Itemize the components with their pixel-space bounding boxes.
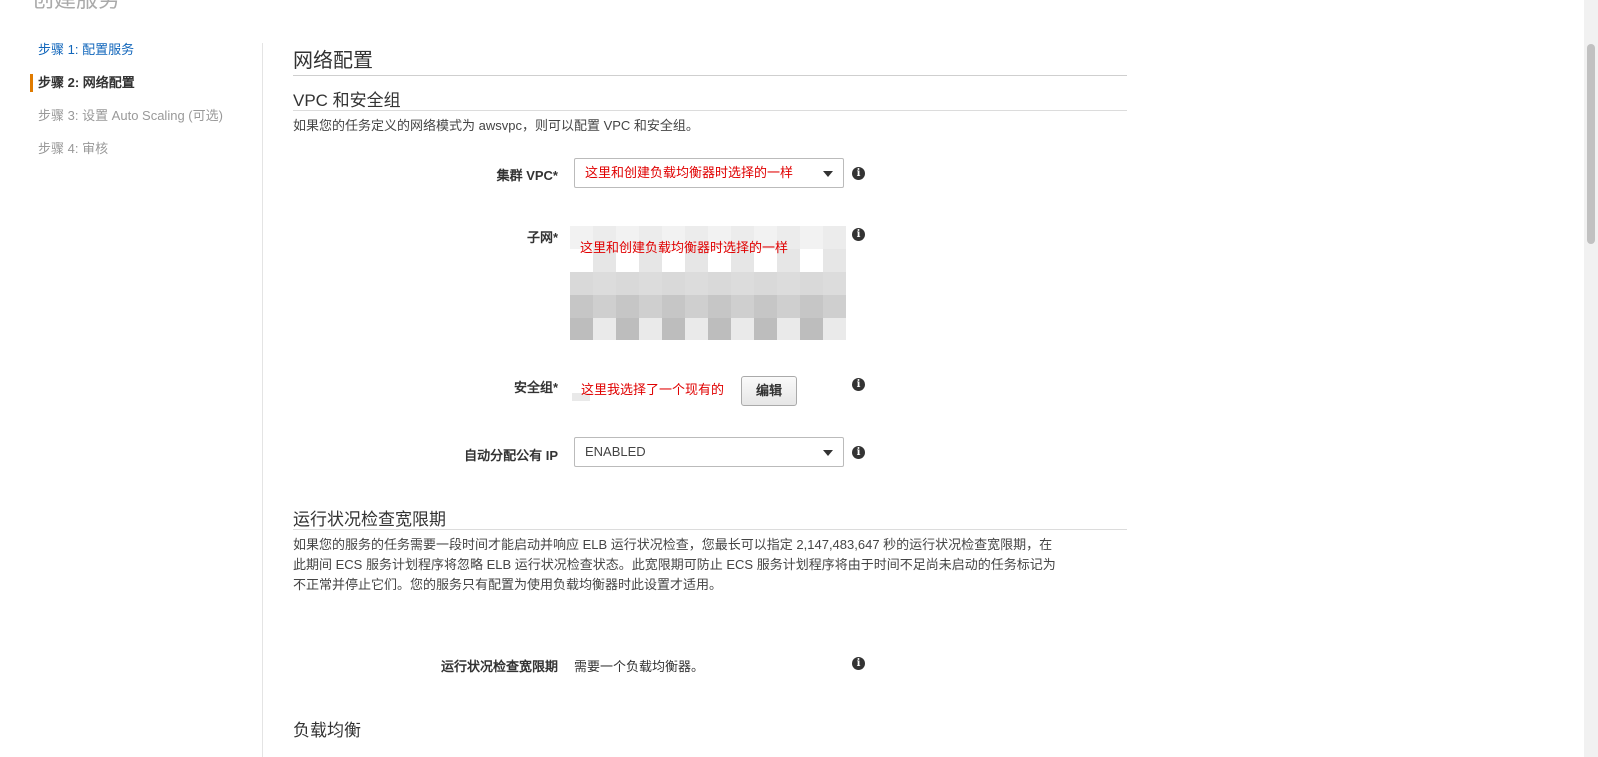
redaction-mosaic-cell	[754, 295, 777, 318]
scrollbar-thumb[interactable]	[1587, 44, 1595, 244]
redaction-mosaic-cell	[731, 318, 754, 340]
cluster-vpc-value: 这里和创建负载均衡器时选择的一样	[585, 165, 794, 180]
auto-assign-public-ip-label: 自动分配公有 IP	[464, 448, 558, 463]
redaction-mosaic-cell	[593, 272, 616, 295]
vpc-section-title: VPC 和安全组	[293, 91, 401, 110]
grace-period-label: 运行状况检查宽限期	[440, 659, 558, 674]
auto-assign-public-ip-value: ENABLED	[585, 444, 646, 459]
redaction-mosaic-cell	[800, 295, 823, 318]
sidebar-divider	[262, 43, 263, 757]
auto-assign-public-ip-select[interactable]: ENABLED	[574, 437, 844, 467]
info-icon[interactable]: i	[852, 228, 865, 241]
section-title-divider	[293, 75, 1127, 76]
grace-period-description-line-1: 如果您的服务的任务需要一段时间才能启动并响应 ELB 运行状况检查，您最长可以指…	[293, 537, 1053, 552]
grace-period-description-line-3: 不正常并停止它们。您的服务只有配置为使用负载均衡器时此设置才适用。	[293, 577, 723, 592]
redaction-mosaic-cell	[639, 295, 662, 318]
info-icon[interactable]: i	[852, 378, 865, 391]
page-title: 创建服务	[32, 0, 120, 14]
subnet-value: 这里和创建负载均衡器时选择的一样	[580, 240, 789, 255]
vpc-section-description: 如果您的任务定义的网络模式为 awsvpc，则可以配置 VPC 和安全组。	[293, 118, 699, 133]
redaction-mosaic-cell	[639, 318, 662, 340]
info-icon[interactable]: i	[852, 446, 865, 459]
redaction-mosaic-cell	[662, 272, 685, 295]
section-title: 网络配置	[293, 50, 373, 72]
load-balancing-section-title: 负载均衡	[293, 721, 361, 740]
redaction-mosaic-cell	[708, 295, 731, 318]
redaction-mosaic-cell	[593, 318, 616, 340]
vertical-scrollbar[interactable]	[1584, 0, 1598, 757]
redaction-mosaic-cell	[570, 295, 593, 318]
redaction-mosaic-cell	[800, 226, 823, 249]
step-1-configure-service[interactable]: 步骤 1: 配置服务	[30, 40, 260, 73]
redaction-mosaic-cell	[731, 295, 754, 318]
grace-period-section-title: 运行状况检查宽限期	[293, 510, 446, 529]
redaction-mosaic-cell	[616, 295, 639, 318]
grace-period-description-line-2: 此期间 ECS 服务计划程序将忽略 ELB 运行状况检查状态。此宽限期可防止 E…	[293, 557, 1056, 572]
step-2-network-configuration[interactable]: 步骤 2: 网络配置	[30, 73, 260, 106]
redaction-mosaic-cell	[685, 318, 708, 340]
edit-security-group-button[interactable]: 编辑	[741, 376, 797, 406]
redaction-mosaic-cell	[800, 318, 823, 340]
redaction-mosaic-cell	[823, 318, 846, 340]
redaction-mosaic-cell	[685, 272, 708, 295]
redaction-mosaic-cell	[731, 272, 754, 295]
redaction-mosaic-cell	[823, 295, 846, 318]
step-4-review: 步骤 4: 审核	[38, 141, 109, 156]
redaction-mosaic-cell	[570, 272, 593, 295]
redaction-mosaic-cell	[570, 318, 593, 340]
redaction-mosaic-cell	[616, 318, 639, 340]
subnet-label: 子网*	[526, 230, 558, 245]
info-icon[interactable]: i	[852, 167, 865, 180]
cluster-vpc-select[interactable]: 这里和创建负载均衡器时选择的一样	[574, 158, 844, 188]
redaction-mosaic-cell	[708, 272, 731, 295]
redaction-mosaic-cell	[754, 272, 777, 295]
redaction-mosaic-cell	[685, 295, 708, 318]
redaction-mosaic-cell	[662, 295, 685, 318]
redaction-mosaic-cell	[777, 318, 800, 340]
info-icon[interactable]: i	[852, 657, 865, 670]
grace-period-value: 需要一个负载均衡器。	[574, 659, 705, 674]
redaction-mosaic-cell	[616, 272, 639, 295]
security-group-value: 这里我选择了一个现有的	[581, 382, 725, 397]
redaction-mosaic-cell	[662, 318, 685, 340]
cluster-vpc-label: 集群 VPC*	[496, 168, 558, 183]
grace-period-section-divider	[293, 529, 1127, 530]
redaction-mosaic-cell	[593, 295, 616, 318]
redaction-mosaic-cell	[823, 226, 846, 249]
redaction-mosaic-cell	[777, 272, 800, 295]
redaction-mosaic-cell	[800, 272, 823, 295]
redaction-mosaic-cell	[754, 318, 777, 340]
redaction-mosaic-cell	[823, 249, 846, 272]
redaction-mosaic-cell	[777, 295, 800, 318]
security-group-label: 安全组*	[513, 380, 558, 395]
wizard-steps: 步骤 1: 配置服务 步骤 2: 网络配置 步骤 3: 设置 Auto Scal…	[30, 40, 260, 172]
chevron-down-icon	[823, 450, 833, 456]
vpc-section-divider	[293, 110, 1127, 111]
chevron-down-icon	[823, 171, 833, 177]
step-3-auto-scaling: 步骤 3: 设置 Auto Scaling (可选)	[38, 108, 223, 123]
redaction-mosaic-cell	[823, 272, 846, 295]
redaction-mosaic-cell	[639, 272, 662, 295]
redaction-mosaic-cell	[708, 318, 731, 340]
redaction-mosaic-cell	[800, 249, 823, 272]
